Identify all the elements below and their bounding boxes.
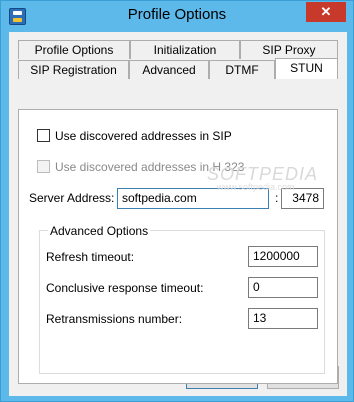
tab-initialization[interactable]: Initialization [130, 40, 240, 59]
refresh-timeout-input[interactable]: 1200000 [248, 246, 318, 267]
port-separator: : [275, 191, 279, 205]
tab-advanced[interactable]: Advanced [129, 60, 209, 79]
dialog-client-area: Profile Options Initialization SIP Proxy… [9, 32, 347, 396]
conclusive-timeout-input[interactable]: 0 [248, 277, 318, 298]
server-address-input[interactable]: softpedia.com [117, 188, 269, 209]
conclusive-timeout-label: Conclusive response timeout: [46, 281, 204, 295]
retransmissions-input[interactable]: 13 [248, 308, 318, 329]
profile-options-window: Profile Options ✕ Profile Options Initia… [0, 0, 354, 402]
tab-dtmf[interactable]: DTMF [209, 60, 275, 79]
use-h323-label: Use discovered addresses in H.323 [55, 160, 245, 174]
use-h323-checkbox-row: Use discovered addresses in H.323 [37, 159, 247, 175]
tab-stun[interactable]: STUN [275, 58, 338, 79]
window-title: Profile Options [127, 6, 227, 23]
use-h323-checkbox [37, 160, 50, 173]
advanced-options-group: Advanced Options Refresh timeout: 120000… [39, 223, 325, 374]
tab-profile-options[interactable]: Profile Options [18, 40, 130, 59]
tab-sip-proxy[interactable]: SIP Proxy [240, 40, 338, 59]
stun-panel: Use discovered addresses in SIP Use disc… [18, 109, 338, 384]
title-bar[interactable]: Profile Options ✕ [1, 1, 353, 31]
use-sip-checkbox[interactable] [37, 129, 50, 142]
advanced-options-title: Advanced Options [48, 223, 151, 239]
close-button[interactable]: ✕ [306, 2, 346, 22]
tab-sip-registration[interactable]: SIP Registration [18, 60, 129, 79]
server-address-label: Server Address: [29, 191, 115, 205]
retransmissions-label: Retransmissions number: [46, 312, 183, 326]
use-sip-checkbox-row[interactable]: Use discovered addresses in SIP [37, 128, 237, 144]
server-port-input[interactable]: 3478 [281, 188, 324, 209]
use-sip-label: Use discovered addresses in SIP [55, 129, 232, 143]
refresh-timeout-label: Refresh timeout: [46, 250, 135, 264]
